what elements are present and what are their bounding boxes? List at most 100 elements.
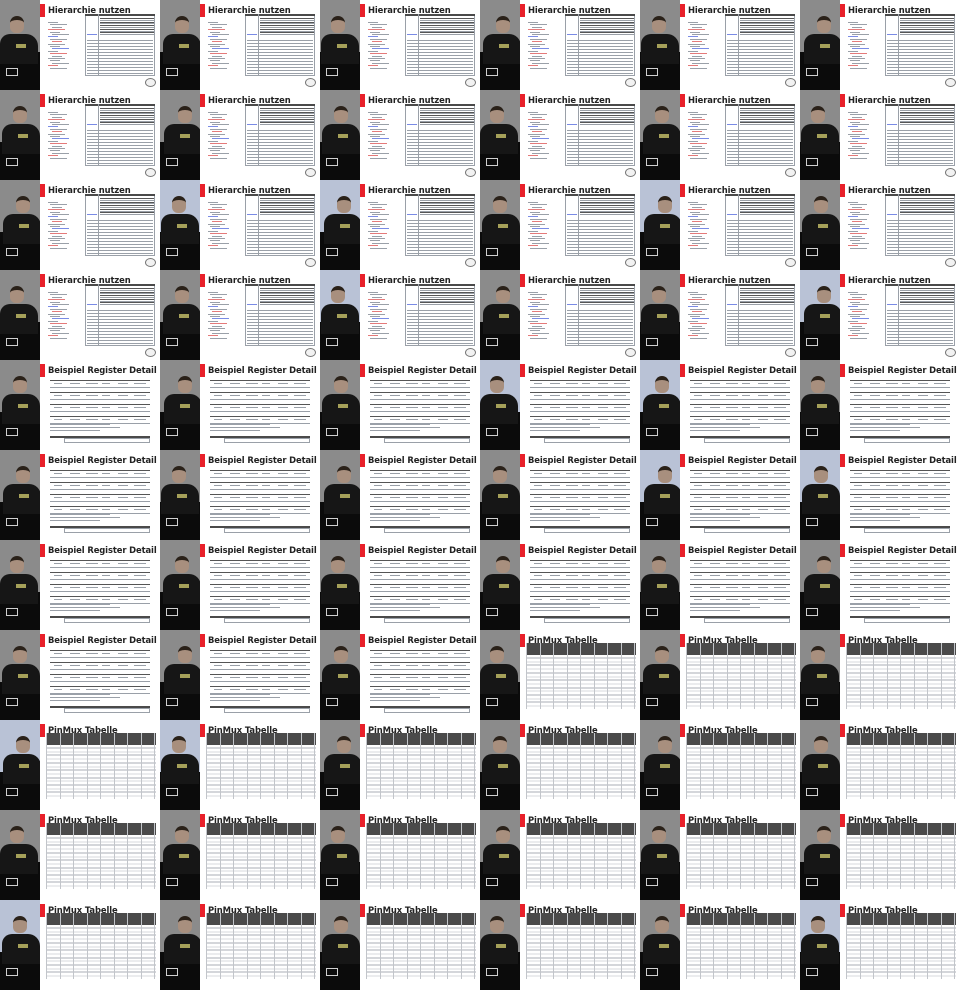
slide-line (273, 913, 275, 979)
slide-line (614, 587, 626, 588)
slide-line (368, 238, 385, 239)
presentation-slide: Hierarchie nutzen (40, 180, 160, 270)
slide-line (247, 40, 313, 41)
slide-line (50, 604, 110, 605)
slide-line (230, 497, 240, 498)
slide-content (680, 450, 800, 540)
slide-line (758, 563, 768, 564)
slide-line (854, 407, 862, 408)
slide-line (852, 131, 862, 133)
speaker-body (0, 574, 38, 604)
slide-line (727, 55, 793, 56)
table-row (526, 769, 636, 772)
slide-line (528, 230, 538, 232)
slide-line (607, 733, 608, 799)
shirt-print (498, 224, 508, 228)
slide-table-header (565, 104, 635, 106)
slide-line (794, 913, 795, 979)
slide-line (212, 296, 222, 298)
slide-line (294, 473, 306, 474)
slide-line (52, 242, 69, 244)
conference-logo-icon (806, 878, 818, 886)
speaker-body (321, 304, 359, 334)
slide-line (528, 29, 545, 31)
slide-line (454, 689, 466, 690)
slide-line (212, 48, 229, 50)
speaker-body (643, 394, 680, 424)
slide-line (134, 395, 146, 396)
slide-line (688, 140, 698, 142)
slide-line (366, 823, 367, 889)
slide-line (887, 151, 953, 152)
slide-line (230, 575, 240, 576)
slide-line (887, 40, 953, 41)
slide-line (692, 206, 702, 208)
presentation-slide: PinMux Tabelle (200, 720, 320, 810)
slide-line (727, 49, 793, 50)
slide-line (742, 575, 750, 576)
conference-logo-icon (166, 518, 178, 526)
table-row (686, 787, 796, 790)
slide-line (918, 473, 928, 474)
slide-line (710, 497, 720, 498)
slide-line (727, 160, 793, 161)
slide-line (214, 575, 222, 576)
speaker-camera-view (800, 630, 840, 720)
slide-line (780, 823, 782, 889)
table-row (46, 776, 156, 779)
slide-line (532, 131, 542, 133)
slide-line (406, 485, 418, 486)
slide-line (233, 913, 234, 979)
speaker-head (175, 826, 189, 843)
slide-content (520, 180, 640, 270)
slide-line (208, 112, 218, 113)
slide-line (850, 607, 920, 608)
slide-line (278, 419, 288, 420)
table-row (846, 758, 956, 761)
slide-line (87, 343, 153, 344)
slide-line (686, 733, 687, 799)
speaker-head (490, 646, 504, 663)
speaker-head (172, 736, 186, 753)
slide-line (390, 473, 400, 474)
table-row (526, 859, 636, 862)
slide-line (528, 58, 545, 59)
slide-line (246, 665, 258, 666)
slide-line (230, 653, 240, 654)
slide-line (48, 202, 58, 203)
slide-line (530, 404, 630, 405)
slide-line (370, 136, 380, 137)
slide-line (692, 62, 709, 64)
slide-content (680, 810, 800, 900)
slide-line (278, 599, 288, 600)
slide-line (850, 53, 867, 55)
logo-icon (625, 348, 636, 357)
presentation-slide: PinMux Tabelle (520, 900, 640, 990)
slide-line (368, 112, 378, 113)
shirt-print (496, 674, 506, 678)
slide-line (850, 560, 950, 561)
slide-line (246, 653, 258, 654)
slide-line (598, 383, 608, 384)
table-row (526, 874, 636, 876)
slide-content (40, 630, 160, 720)
slide-line (690, 517, 760, 518)
conference-logo-icon (6, 608, 18, 616)
table-row (46, 870, 156, 873)
slide-line (390, 563, 400, 564)
slide-line (727, 241, 793, 242)
video-frame-thumbnail: Beispiel Register Detail (0, 540, 160, 630)
slide-line (370, 567, 470, 568)
slide-line (710, 407, 720, 408)
slide-line (379, 913, 381, 979)
slide-line (567, 151, 633, 152)
slide-line (438, 665, 448, 666)
slide-line (370, 330, 380, 332)
presentation-slide: Hierarchie nutzen (840, 180, 960, 270)
presentation-slide: PinMux Tabelle (680, 630, 800, 720)
slide-line (934, 485, 946, 486)
table-row (526, 945, 636, 948)
shirt-print (660, 494, 670, 498)
slide-line (407, 214, 417, 215)
slide-line (420, 214, 474, 216)
